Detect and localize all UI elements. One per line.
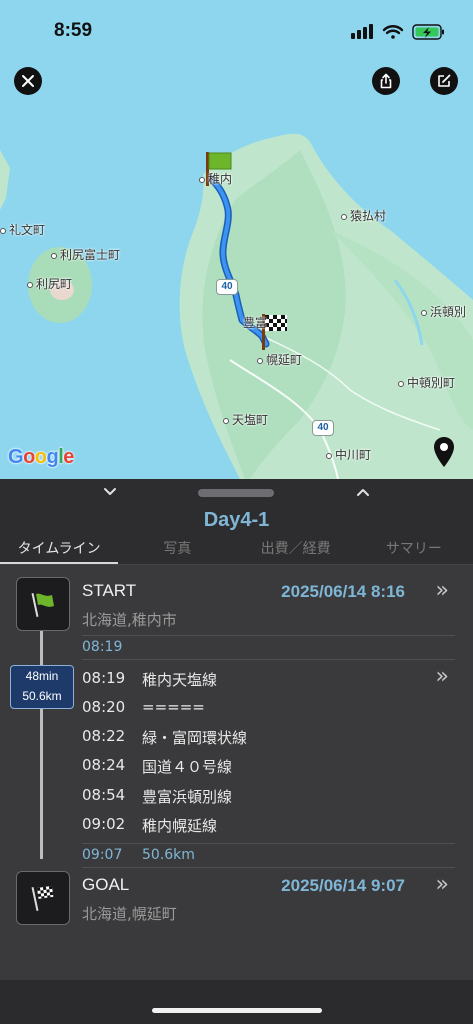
start-place: 北海道,稚内市 <box>82 611 177 629</box>
home-indicator[interactable] <box>152 1008 322 1013</box>
segment-time: 09:02 <box>82 815 126 833</box>
close-icon <box>22 75 34 87</box>
route-segment: 08:54 豊富浜頓別線 <box>82 786 442 810</box>
edit-button[interactable] <box>430 67 458 95</box>
chevron-up-icon[interactable] <box>355 485 371 499</box>
goal-label: GOAL <box>82 875 130 894</box>
route-segment: 08:20 ===== <box>82 698 442 722</box>
map-label-rebun: 礼文町 <box>0 221 45 238</box>
home-area <box>0 981 473 1024</box>
goal-icon-box <box>16 871 70 925</box>
map-label-wakkanai: 稚内 <box>199 170 232 187</box>
timeline-panel: Day4-1 タイムライン 写真 出費／経費 サマリー START 2025/0… <box>0 479 473 1024</box>
divider <box>82 867 455 868</box>
start-icon-box <box>16 577 70 631</box>
panel-header: Day4-1 タイムライン 写真 出費／経費 サマリー <box>0 479 473 565</box>
goal-flag-icon <box>31 885 54 911</box>
map-terrain <box>0 133 473 479</box>
tab-photos[interactable]: 写真 <box>118 537 236 564</box>
divider <box>82 659 455 660</box>
start-label: START <box>82 581 137 600</box>
map-label-nakagawa: 中川町 <box>326 446 371 463</box>
divider <box>82 635 455 636</box>
arrival-time: 09:07 <box>82 847 123 863</box>
segment-time: 08:54 <box>82 786 126 804</box>
duration-badge: 48min 50.6km <box>10 665 74 709</box>
depart-time: 08:19 <box>82 639 123 655</box>
route-segment: 09:02 稚内幌延線 <box>82 815 442 839</box>
timeline-list: START 2025/06/14 8:16 » 北海道,稚内市 08:19 48… <box>0 565 473 980</box>
segment-time: 08:19 <box>82 669 126 687</box>
status-icons <box>351 24 444 40</box>
goal-datetime: 2025/06/14 9:07 <box>281 876 405 895</box>
segment-road: 稚内天塩線 <box>142 671 218 689</box>
battery-icon <box>412 24 444 40</box>
map-label-hamatonbetsu: 浜頓別 <box>421 303 466 320</box>
segment-road: 緑・富岡環状線 <box>142 729 248 747</box>
tab-expenses[interactable]: 出費／経費 <box>237 537 355 564</box>
share-button[interactable] <box>372 67 400 95</box>
tab-bar: タイムライン 写真 出費／経費 サマリー <box>0 537 473 565</box>
share-icon <box>380 73 392 89</box>
duration-distance: 50.6km <box>22 689 62 703</box>
chevron-down-icon[interactable] <box>102 485 118 499</box>
edit-icon <box>438 74 451 87</box>
arrival-distance: 50.6km <box>142 847 195 863</box>
segments-detail-chevron[interactable]: » <box>436 664 449 689</box>
location-pin-icon[interactable] <box>432 436 456 468</box>
map-label-rishirifuji: 利尻富士町 <box>51 246 120 263</box>
tab-summary[interactable]: サマリー <box>355 537 473 564</box>
route-segment: 08:22 緑・富岡環状線 <box>82 727 442 751</box>
wifi-icon <box>382 25 404 39</box>
map-label-nakatonbetsu: 中頓別町 <box>398 374 455 391</box>
segment-road: 豊富浜頓別線 <box>142 788 233 806</box>
segment-road: ===== <box>142 698 205 716</box>
map-label-horonobe: 幌延町 <box>257 351 302 368</box>
goal-detail-chevron[interactable]: » <box>436 872 449 897</box>
start-datetime: 2025/06/14 8:16 <box>281 582 405 601</box>
route-segment: 08:24 国道４０号線 <box>82 756 442 780</box>
timeline-connector <box>40 619 43 859</box>
segment-time: 08:20 <box>82 698 126 716</box>
divider <box>82 843 455 844</box>
goal-place: 北海道,幌延町 <box>82 905 177 923</box>
status-time: 8:59 <box>54 20 93 41</box>
route-40-badge: 40 <box>312 420 334 436</box>
tab-timeline[interactable]: タイムライン <box>0 537 119 564</box>
route-segment: 08:19 稚内天塩線 <box>82 669 442 693</box>
segment-time: 08:22 <box>82 727 126 745</box>
google-logo: Google <box>8 446 74 468</box>
close-button[interactable] <box>14 67 42 95</box>
segment-time: 08:24 <box>82 756 126 774</box>
duration-time: 48min <box>25 669 59 683</box>
map-label-teshio: 天塩町 <box>223 411 268 428</box>
segment-road: 国道４０号線 <box>142 758 233 776</box>
status-bar: 8:59 <box>0 0 473 62</box>
start-detail-chevron[interactable]: » <box>436 578 449 603</box>
segment-road: 稚内幌延線 <box>142 817 218 835</box>
route-40-badge: 40 <box>216 279 238 295</box>
signal-icon <box>351 24 373 39</box>
map-label-rishiri: 利尻町 <box>27 275 72 292</box>
map-label-toyotomi: 豊富 <box>243 316 268 330</box>
start-flag-icon <box>31 593 54 617</box>
sheet-grabber[interactable] <box>198 489 274 497</box>
route-map[interactable]: 稚内 猿払村 礼文町 利尻富士町 利尻町 豊富 幌延町 浜頓別 中頓別町 天塩町… <box>0 0 473 479</box>
page-title: Day4-1 <box>203 509 270 531</box>
map-label-sarufutsu: 猿払村 <box>341 207 386 224</box>
